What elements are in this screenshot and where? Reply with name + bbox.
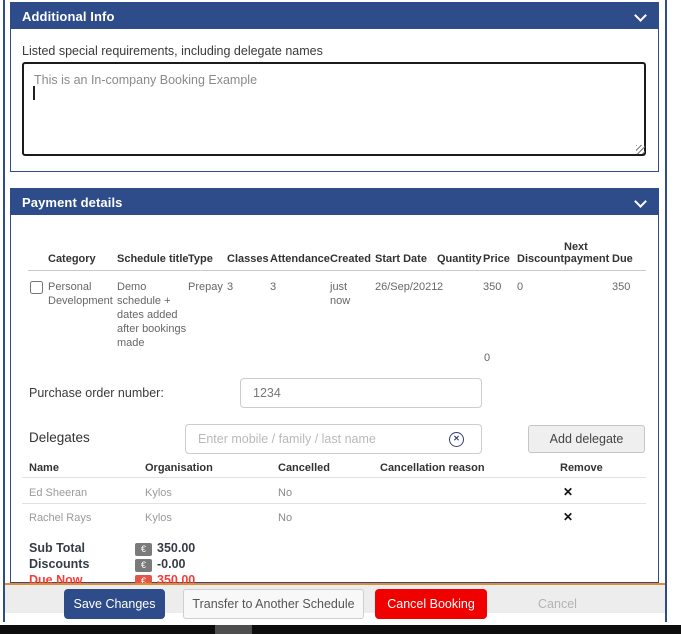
purchase-order-label: Purchase order number:	[29, 386, 164, 400]
cell-created: just now	[330, 280, 356, 308]
additional-info-header[interactable]: Additional Info	[11, 3, 658, 29]
euro-badge-icon: €	[135, 543, 152, 556]
cell-classes: 3	[227, 280, 233, 294]
col-header-discount: Discount	[517, 253, 564, 265]
table-footer-total: 0	[484, 351, 490, 365]
cell-price: 350	[483, 280, 501, 294]
delegate-name: Rachel Rays	[29, 511, 91, 525]
add-delegate-button[interactable]: Add delegate	[528, 425, 645, 453]
subtotal-value: 350.00	[157, 541, 195, 555]
col-header-created: Created	[330, 253, 371, 265]
remove-delegate-icon[interactable]: ✕	[563, 485, 573, 499]
delegate-organisation: Kylos	[145, 511, 172, 525]
delegates-label: Delegates	[29, 430, 90, 445]
text-cursor	[33, 86, 35, 100]
discounts-label: Discounts	[29, 557, 89, 571]
delegate-divider	[22, 477, 646, 478]
col-header-quantity: Quantity	[437, 253, 482, 265]
modal-right-border	[665, 0, 667, 622]
delegate-col-name: Name	[29, 462, 59, 474]
cell-quantity: 2	[437, 280, 443, 294]
chevron-down-icon[interactable]	[636, 197, 644, 205]
modal-left-border	[3, 0, 5, 622]
col-header-attendance: Attendance	[270, 253, 330, 265]
cancel-booking-button[interactable]: Cancel Booking	[375, 589, 487, 619]
delegate-divider	[22, 503, 646, 504]
cell-schedule: Demo schedule + dates added after bookin…	[117, 280, 187, 350]
horizontal-scrollbar-track[interactable]	[0, 625, 681, 634]
requirements-textarea[interactable]: This is an In-company Booking Example	[22, 62, 646, 156]
delegate-organisation: Kylos	[145, 486, 172, 500]
payment-details-header[interactable]: Payment details	[11, 189, 658, 215]
horizontal-scrollbar-thumb[interactable]	[215, 625, 252, 634]
cell-category: Personal Development	[48, 280, 114, 308]
additional-info-title: Additional Info	[22, 9, 114, 24]
remove-delegate-icon[interactable]: ✕	[563, 510, 573, 524]
chevron-down-icon[interactable]	[636, 11, 644, 19]
cell-type: Prepay	[188, 280, 223, 294]
payment-details-title: Payment details	[22, 195, 123, 210]
payment-row-checkbox[interactable]	[30, 281, 43, 294]
delegate-col-remove: Remove	[560, 462, 603, 474]
cell-discount: 0	[517, 280, 523, 294]
purchase-order-input[interactable]	[240, 378, 482, 408]
discounts-value: -0.00	[157, 557, 186, 571]
delegate-search-input[interactable]	[185, 424, 482, 454]
col-header-due: Due	[612, 253, 633, 265]
delegate-cancelled: No	[278, 486, 292, 500]
textarea-resize-handle[interactable]	[636, 145, 645, 154]
table-header-divider	[28, 270, 646, 271]
col-header-classes: Classes	[227, 253, 269, 265]
transfer-schedule-button[interactable]: Transfer to Another Schedule	[183, 589, 364, 619]
euro-badge-icon: €	[135, 559, 152, 572]
subtotal-label: Sub Total	[29, 541, 85, 555]
cell-due: 350	[612, 280, 630, 294]
delegate-col-cancellation-reason: Cancellation reason	[380, 462, 485, 474]
cell-attendance: 3	[270, 280, 276, 294]
clear-search-icon[interactable]: ✕	[449, 432, 464, 447]
col-header-price: Price	[483, 253, 510, 265]
cancel-button[interactable]: Cancel	[505, 589, 610, 619]
col-header-category: Category	[48, 253, 96, 265]
requirements-label: Listed special requirements, including d…	[22, 44, 323, 58]
col-header-schedule: Schedule title	[117, 253, 189, 265]
cell-start-date: 26/Sep/2021	[375, 280, 437, 294]
col-header-type: Type	[188, 253, 213, 265]
delegate-col-cancelled: Cancelled	[278, 462, 330, 474]
save-changes-button[interactable]: Save Changes	[64, 589, 165, 619]
delegate-name: Ed Sheeran	[29, 486, 87, 500]
col-header-next-payment: Next payment	[564, 241, 612, 265]
delegate-cancelled: No	[278, 511, 292, 525]
col-header-start-date: Start Date	[375, 253, 427, 265]
delegate-col-organisation: Organisation	[145, 462, 213, 474]
booking-modal-page: Additional Info Listed special requireme…	[0, 0, 681, 634]
